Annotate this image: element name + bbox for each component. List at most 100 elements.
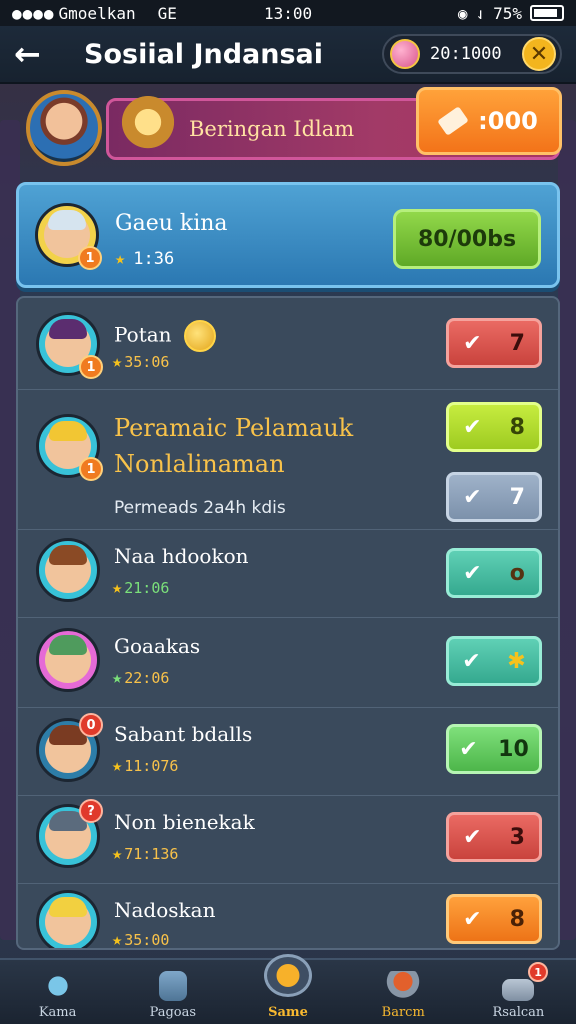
check-icon: ✔ [463,824,482,850]
action-value: 7 [509,484,525,510]
list-item[interactable]: Goaakas ★ 22:06 ✔ ✱ [18,618,558,708]
signal-strength-icon: ⇃ [475,3,486,23]
signal-icon: ●●●● [12,3,55,23]
arrow-left-icon[interactable]: ← [14,35,54,73]
promo-label: Beringan Idlam [189,117,355,141]
player-name: Naa hdookon [114,544,249,568]
nav-item-barcm[interactable]: Barcm [346,960,461,1024]
page-title: Sosiial Jndansai [84,38,324,70]
avatar: 1 [35,203,102,270]
level-badge: 1 [79,355,103,379]
player-score: ★ 35:00 [112,930,170,950]
chest-icon [385,971,422,1001]
star-icon: ★ [112,930,123,950]
action-button[interactable]: ✔ 8 [446,894,542,944]
currency-counter[interactable]: 20:1000 ✕ [382,34,562,74]
player-name-text: Potan [114,322,172,347]
list-item[interactable]: 0 Sabant bdalls ★ 11:076 ✔ 10 [18,708,558,796]
list-item[interactable]: ? Non bienekak ★ 71:136 ✔ 3 [18,796,558,884]
player-subtitle: Permeads 2a4h kdis [114,498,286,518]
avatar: 0 [36,713,103,782]
avatar: 1 [36,312,103,379]
list-item[interactable]: 1 Potan ★ 35:06 ✔ 7 [18,298,558,390]
check-icon: ✔ [463,484,482,510]
featured-score-value: 1:36 [133,249,175,269]
action-value: ✱ [507,648,526,674]
gear-icon [39,971,76,1001]
header: ← Sosiial Jndansai 20:1000 ✕ [0,26,576,84]
avatar: 1 [36,414,103,481]
player-name: Goaakas [114,634,201,658]
level-badge: 1 [79,457,103,481]
alarm-icon: ◉ [457,3,468,23]
list-item[interactable]: Naa hdookon ★ 21:06 ✔ o [18,530,558,618]
network-type: GE [157,3,177,23]
player-score: ★ 11:076 [112,756,178,776]
building-icon [158,971,187,1001]
player-avatar[interactable] [26,90,102,166]
level-badge: 1 [78,246,102,270]
star-icon: ★ [112,578,123,598]
player-list: 1 Potan ★ 35:06 ✔ 7 1 Peramaic Pelamauk … [16,296,560,950]
currency-value: 20:1000 [430,44,502,64]
featured-score: ★ 1:36 [115,249,174,269]
featured-name: Gaeu kina [115,211,228,236]
notification-badge: 0 [79,713,103,737]
inbox-icon [502,979,535,1001]
nav-item-rsalcan[interactable]: Rsalcan 1 [461,960,576,1024]
action-button[interactable]: ✔ ✱ [446,636,542,686]
player-score: ★ 22:06 [112,668,169,688]
action-button-secondary[interactable]: ✔ 7 [446,472,542,522]
player-score: ★ 35:06 [112,352,169,372]
action-button[interactable]: ✔ 3 [446,812,542,862]
nav-item-same[interactable]: Same [230,954,345,1024]
star-icon: ★ [112,668,123,688]
action-value: o [509,560,525,586]
promo-button-value: :000 [478,107,538,135]
avatar: ? [36,799,103,868]
action-value: 3 [509,824,525,850]
battery-icon [530,5,564,21]
action-button[interactable]: ✔ 7 [446,318,542,368]
player-name: Sabant bdalls [114,722,253,746]
player-score: ★ 71:136 [112,844,178,864]
king-icon [119,96,177,154]
featured-action-button[interactable]: 80/00bs [393,209,541,269]
action-value: 10 [498,736,529,762]
nav-label: Kama [38,1005,77,1020]
star-icon: ★ [112,756,123,776]
star-icon: ★ [112,844,123,864]
player-name: Nadoskan [114,898,216,922]
promo-button[interactable]: :000 [416,87,562,155]
player-score-value: 71:136 [124,845,179,863]
action-button[interactable]: ✔ 10 [446,724,542,774]
list-item[interactable]: 1 Peramaic Pelamauk Nonlalinaman Permead… [18,390,558,530]
player-score-value: 35:06 [124,353,170,371]
avatar [36,538,100,602]
player-score-value: 22:06 [124,669,170,687]
star-icon: ★ [112,352,123,372]
carrier-name: Gmoelkan [58,3,136,23]
player-name: Peramaic Pelamauk Nonlalinaman [114,414,354,478]
nav-label: Pagoas [149,1005,197,1020]
status-bar: ●●●● Gmoelkan GE 13:00 ◉ ⇃ 75% [0,0,576,26]
clock: 13:00 [264,3,313,23]
nav-item-kama[interactable]: Kama [0,960,115,1024]
close-icon[interactable]: ✕ [522,37,556,71]
star-icon: ★ [115,249,126,269]
bottom-nav: Kama Pagoas Same Barcm Rsalcan 1 [0,954,576,1024]
notification-badge: 1 [528,962,549,982]
nav-label: Barcm [381,1005,425,1020]
list-item[interactable]: Nadoskan ★ 35:00 ✔ 8 [18,884,558,950]
player-score: ★ 21:06 [112,578,169,598]
coin-icon [183,320,216,352]
action-value: 8 [509,906,525,932]
action-button[interactable]: ✔ 8 [446,402,542,452]
player-score-value: 35:00 [124,931,170,949]
nav-item-pagoas[interactable]: Pagoas [115,960,230,1024]
featured-player-card[interactable]: 1 Gaeu kina ★ 1:36 80/00bs [16,182,560,288]
action-button[interactable]: ✔ o [446,548,542,598]
check-icon: ✔ [459,736,478,762]
paw-icon [264,954,312,997]
avatar [36,628,100,692]
